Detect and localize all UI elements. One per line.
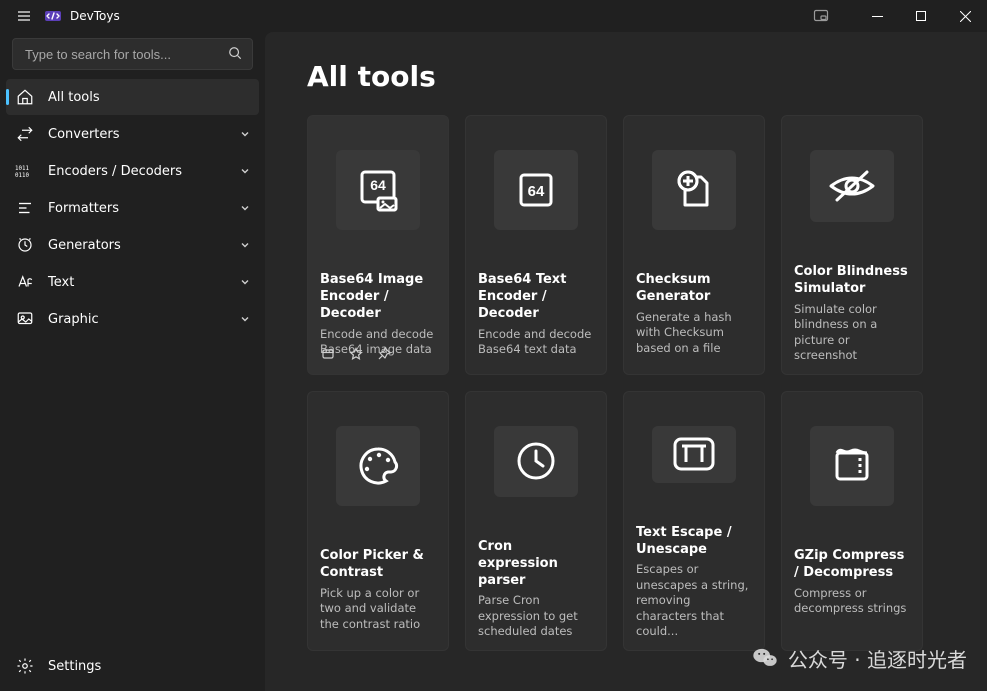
chevron-down-icon xyxy=(239,128,251,140)
sidebar-item-text[interactable]: Text xyxy=(6,264,259,300)
sidebar-item-settings[interactable]: Settings xyxy=(6,648,259,684)
binary-icon: 10110110 xyxy=(14,160,36,182)
svg-text:0110: 0110 xyxy=(15,173,30,178)
tool-title: Cron expression parser xyxy=(478,539,594,590)
home-icon xyxy=(14,86,36,108)
tool-card-text-escape-unescape[interactable]: Text Escape / UnescapeEscapes or unescap… xyxy=(623,391,765,651)
tool-card-cron-expression-parser[interactable]: Cron expression parserParse Cron express… xyxy=(465,391,607,651)
pin-icon[interactable] xyxy=(376,346,392,362)
hamburger-button[interactable] xyxy=(8,0,40,32)
convert-icon xyxy=(14,123,36,145)
tool-title: Base64 Text Encoder / Decoder xyxy=(478,272,594,323)
maximize-button[interactable] xyxy=(899,0,943,32)
svg-text:1011: 1011 xyxy=(15,166,30,172)
sidebar-item-label: Converters xyxy=(48,127,239,142)
tool-description: Simulate color blindness on a picture or… xyxy=(794,302,910,364)
tool-icon xyxy=(336,426,420,506)
text-icon xyxy=(14,271,36,293)
tool-description: Pick up a color or two and validate the … xyxy=(320,586,436,633)
tool-icon xyxy=(810,426,894,506)
minimize-button[interactable] xyxy=(855,0,899,32)
tool-card-base64-text-encoder-decoder[interactable]: 64 Base64 Text Encoder / Decoder Encode an… xyxy=(465,115,607,375)
page-title: All tools xyxy=(307,60,957,93)
tool-title: Color Picker & Contrast xyxy=(320,548,436,582)
tool-icon xyxy=(494,426,578,497)
tool-card-color-blindness-simulator[interactable]: Color Blindness Simulator Simulate color … xyxy=(781,115,923,375)
sidebar-item-generators[interactable]: Generators xyxy=(6,227,259,263)
sidebar-item-label: All tools xyxy=(48,90,251,105)
sidebar-item-label: Settings xyxy=(48,659,251,674)
tool-card-base64-image-encoder-decoder[interactable]: 64Base64 Image Encoder / DecoderEncode a… xyxy=(307,115,449,375)
sidebar-item-label: Encoders / Decoders xyxy=(48,164,239,179)
tool-title: Text Escape / Unescape xyxy=(636,525,752,559)
sidebar-item-all-tools[interactable]: All tools xyxy=(6,79,259,115)
tools-grid: 64 Base64 Image Encoder / Decoder Encode a… xyxy=(307,115,957,651)
chevron-down-icon xyxy=(239,276,251,288)
sidebar-item-encoders-decoders[interactable]: 10110110 Encoders / Decoders xyxy=(6,153,259,189)
title-bar: DevToys xyxy=(0,0,987,32)
sidebar-item-graphic[interactable]: Graphic xyxy=(6,301,259,337)
nav-list: All tools Converters 10110110 Encoders / De… xyxy=(0,78,265,643)
svg-text:64: 64 xyxy=(370,177,386,193)
sidebar-item-label: Generators xyxy=(48,238,239,253)
sidebar-item-label: Text xyxy=(48,275,239,290)
sidebar-item-formatters[interactable]: Formatters xyxy=(6,190,259,226)
graphic-icon xyxy=(14,308,36,330)
sidebar-item-label: Formatters xyxy=(48,201,239,216)
tool-description: Generate a hash with Checksum based on a… xyxy=(636,310,752,357)
chevron-down-icon xyxy=(239,202,251,214)
tool-description: Encode and decode Base64 text data xyxy=(478,327,594,358)
generator-icon xyxy=(14,234,36,256)
tool-description: Parse Cron expression to get scheduled d… xyxy=(478,593,594,640)
tool-title: Checksum Generator xyxy=(636,272,752,306)
tool-icon: 64 xyxy=(494,150,578,230)
compact-mode-button[interactable] xyxy=(803,0,839,32)
close-button[interactable] xyxy=(943,0,987,32)
tool-title: Color Blindness Simulator xyxy=(794,264,910,298)
search-input[interactable] xyxy=(25,47,228,62)
tool-card-checksum-generator[interactable]: Checksum Generator Generate a hash with C… xyxy=(623,115,765,375)
format-icon xyxy=(14,197,36,219)
app-title: DevToys xyxy=(70,9,120,23)
gear-icon xyxy=(14,655,36,677)
main-content: All tools 64 Base64 Image Encoder / Decod… xyxy=(265,32,987,691)
tool-description: Escapes or unescapes a string, removing … xyxy=(636,562,752,640)
tool-icon xyxy=(652,426,736,483)
chevron-down-icon xyxy=(239,239,251,251)
sidebar-item-converters[interactable]: Converters xyxy=(6,116,259,152)
app-logo-icon xyxy=(44,7,62,25)
chevron-down-icon xyxy=(239,165,251,177)
chevron-down-icon xyxy=(239,313,251,325)
svg-text:64: 64 xyxy=(528,183,545,200)
tool-card-color-picker-contrast[interactable]: Color Picker & Contrast Pick up a color o… xyxy=(307,391,449,651)
tool-description: Compress or decompress strings xyxy=(794,586,910,617)
tool-icon xyxy=(810,150,894,222)
search-box[interactable] xyxy=(12,38,253,70)
tool-title: GZip Compress / Decompress xyxy=(794,548,910,582)
favorite-icon[interactable] xyxy=(348,346,364,362)
tool-icon xyxy=(652,150,736,230)
search-icon xyxy=(228,46,244,62)
tool-title: Base64 Image Encoder / Decoder xyxy=(320,272,436,323)
tool-icon: 64 xyxy=(336,150,420,230)
sidebar: All tools Converters 10110110 Encoders / De… xyxy=(0,32,265,691)
open-new-window-icon[interactable] xyxy=(320,346,336,362)
tool-card-gzip-compress-decompress[interactable]: GZip Compress / Decompress Compress or de… xyxy=(781,391,923,651)
sidebar-item-label: Graphic xyxy=(48,312,239,327)
